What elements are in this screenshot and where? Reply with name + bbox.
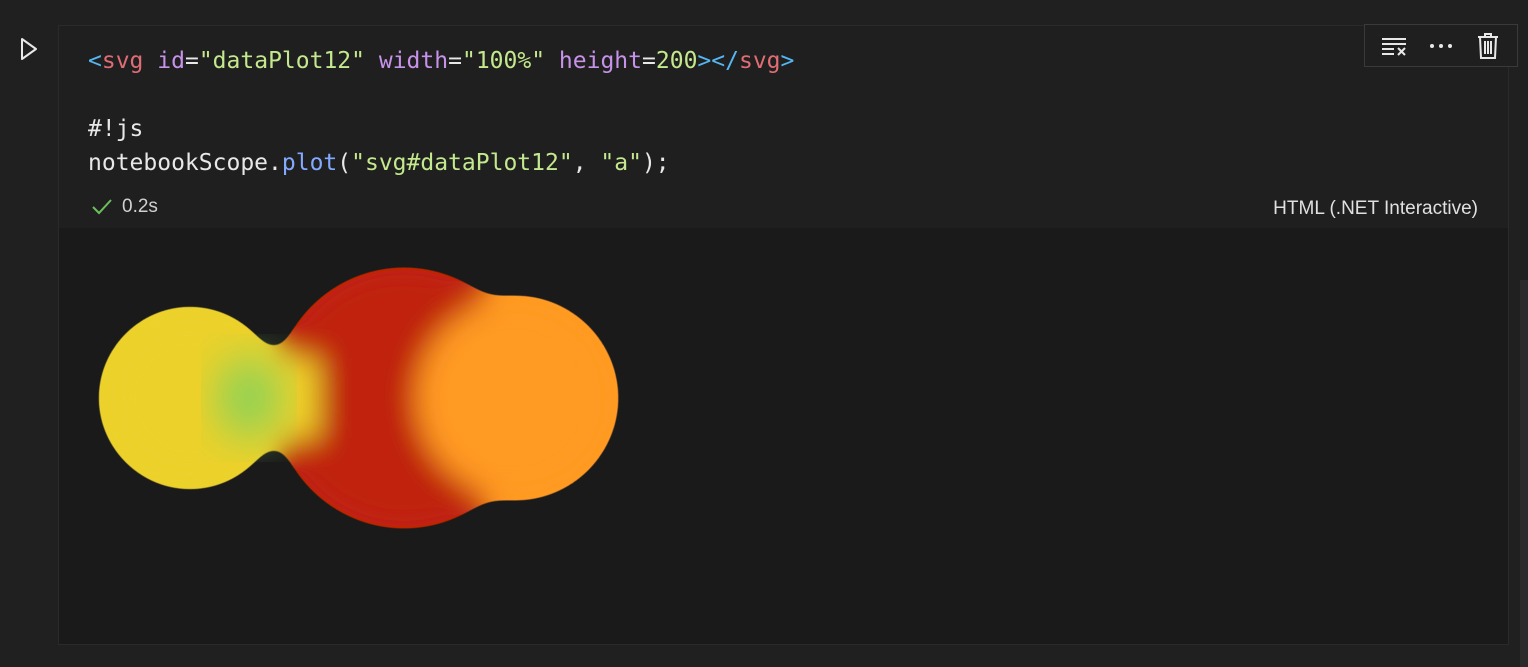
code-token: svg bbox=[738, 48, 781, 74]
more-icon bbox=[1429, 43, 1452, 48]
code-token: , bbox=[572, 150, 601, 176]
code-line[interactable]: notebookScope.plot("svg#dataPlot12", "a"… bbox=[88, 146, 794, 180]
play-icon bbox=[21, 38, 37, 60]
code-token: = bbox=[448, 48, 462, 74]
code-line[interactable]: #!js bbox=[88, 112, 794, 146]
cell-toolbar bbox=[1364, 24, 1518, 67]
code-line[interactable]: <svg id="dataPlot12" width="100%" height… bbox=[88, 44, 794, 78]
code-token: "svg#dataPlot12" bbox=[351, 150, 573, 176]
kernel-selector[interactable]: HTML (.NET Interactive) bbox=[1273, 198, 1478, 220]
code-token: width bbox=[378, 48, 449, 74]
output-plot bbox=[101, 270, 616, 526]
check-icon bbox=[92, 199, 112, 215]
code-token: height bbox=[558, 48, 643, 74]
code-token: . bbox=[268, 150, 282, 176]
blob-mask bbox=[101, 270, 616, 526]
code-token: plot bbox=[281, 150, 338, 176]
delete-cell-button[interactable] bbox=[1470, 29, 1506, 63]
code-token: notebookScope bbox=[88, 150, 269, 176]
code-token: id bbox=[157, 48, 185, 74]
green-blob bbox=[219, 358, 279, 438]
cell-output bbox=[59, 228, 1508, 644]
code-editor[interactable]: <svg id="dataPlot12" width="100%" height… bbox=[88, 44, 794, 180]
code-token: ( bbox=[337, 150, 352, 176]
execution-status: 0.2s bbox=[90, 196, 158, 218]
code-token: svg bbox=[101, 48, 144, 74]
blob-gradient-layer bbox=[219, 358, 279, 438]
clear-output-icon bbox=[1382, 37, 1407, 56]
scrollbar[interactable] bbox=[1520, 280, 1528, 667]
more-actions-button[interactable] bbox=[1423, 29, 1459, 63]
code-token: = bbox=[184, 48, 199, 74]
code-line[interactable] bbox=[88, 78, 794, 112]
run-cell-button[interactable] bbox=[14, 34, 44, 64]
code-token: > bbox=[780, 48, 795, 74]
delete-icon bbox=[1477, 32, 1498, 59]
code-token: = bbox=[642, 48, 656, 74]
code-token: ></ bbox=[697, 48, 739, 74]
code-token: "dataPlot12" bbox=[198, 48, 365, 74]
clear-output-button[interactable] bbox=[1376, 29, 1412, 63]
code-token: #!js bbox=[88, 116, 144, 142]
code-token: 200 bbox=[655, 48, 698, 74]
code-token: "100%" bbox=[461, 48, 546, 74]
code-token: < bbox=[88, 48, 102, 74]
code-token: ); bbox=[641, 150, 670, 176]
code-token: "a" bbox=[600, 150, 642, 176]
execution-time: 0.2s bbox=[122, 196, 158, 217]
